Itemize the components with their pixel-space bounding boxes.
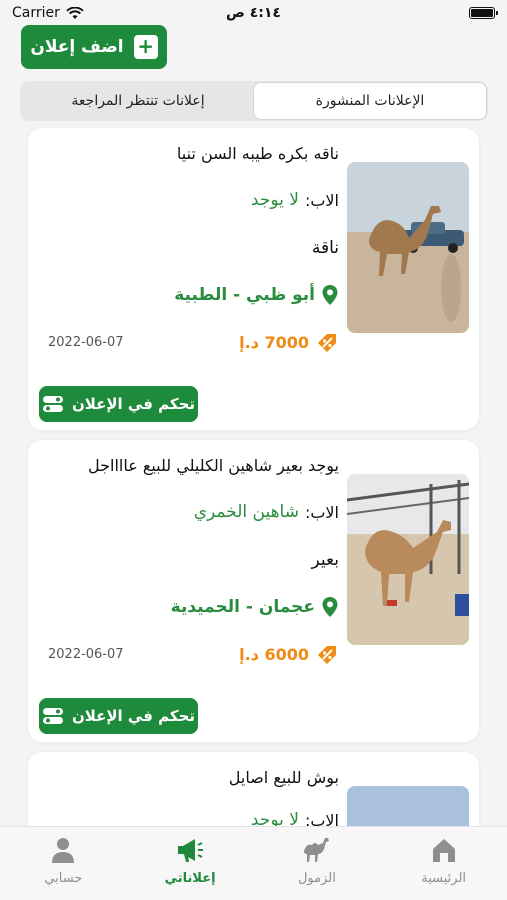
status-left: Carrier [12, 5, 84, 21]
ad-date: 2022-06-07 [48, 335, 124, 350]
location-row: عجمان - الحميدية [171, 596, 339, 618]
megaphone-icon [178, 839, 204, 862]
nav-home[interactable]: الرئيسية [380, 827, 507, 900]
tab-published-label: الإعلانات المنشورة [315, 93, 425, 109]
location-value: أبو ظبي - الطبية [174, 285, 315, 305]
camel-photo[interactable] [347, 474, 469, 645]
price-tag-icon [318, 334, 336, 352]
control-ad-button[interactable]: تحكم في الإعلان [39, 698, 198, 734]
animal-type: بعير [311, 550, 339, 570]
status-bar: Carrier ٤:١٤ ص [0, 0, 507, 26]
type-row: بعير [312, 550, 339, 570]
toggle-settings-icon [42, 708, 63, 724]
control-ad-label: تحكم في الإعلان [71, 395, 196, 413]
tab-published[interactable]: الإعلانات المنشورة [254, 83, 486, 119]
animal-type: ناقة [311, 238, 339, 258]
price-value: 7000 د.إ [239, 332, 309, 352]
location-pin-icon [322, 285, 338, 305]
battery-icon [469, 7, 498, 19]
nav-my-ads-label: إعلاناتي [164, 871, 216, 886]
father-row: الاب: شاهين الخمري [194, 502, 339, 522]
camel-photo[interactable] [347, 162, 469, 333]
carrier-label: Carrier [12, 5, 60, 21]
camel-icon [303, 838, 329, 862]
price-row: 6000 د.إ [239, 643, 339, 665]
price-row: 7000 د.إ [239, 331, 339, 353]
nav-my-account-label: حسابي [44, 871, 83, 886]
nav-home-label: الرئيسية [421, 871, 467, 886]
control-ad-label: تحكم في الإعلان [71, 707, 196, 725]
add-ad-label: اضف إعلان [30, 37, 124, 57]
nav-herds[interactable]: الزمول [254, 827, 381, 900]
tab-pending-label: إعلانات تنتظر المراجعة [71, 93, 205, 109]
toggle-settings-icon [42, 396, 63, 412]
ad-title: ناقه بكره طيبه السن تنيا [176, 144, 339, 163]
ad-title: يوجد بعير شاهين الكليلي للبيع عااااجل [87, 456, 339, 475]
bottom-nav: حسابي إعلاناتي الزمول الرئيسية [0, 826, 507, 900]
nav-herds-label: الزمول [297, 871, 336, 886]
ad-card[interactable]: ناقه بكره طيبه السن تنيا الاب: لا يوجد ن… [28, 128, 479, 430]
control-ad-button[interactable]: تحكم في الإعلان [39, 386, 198, 422]
price-tag-icon [318, 646, 336, 664]
location-pin-icon [322, 597, 338, 617]
tab-pending-review[interactable]: إعلانات تنتظر المراجعة [22, 83, 254, 119]
nav-my-account[interactable]: حسابي [0, 827, 127, 900]
person-icon [52, 838, 75, 863]
add-ad-button[interactable]: + اضف إعلان [21, 25, 167, 69]
ad-date: 2022-06-07 [48, 647, 124, 662]
home-icon [432, 839, 455, 862]
wifi-icon [66, 6, 84, 19]
plus-icon: + [133, 35, 158, 59]
father-label: الاب: [304, 502, 339, 522]
father-value: شاهين الخمري [193, 502, 299, 522]
nav-my-ads[interactable]: إعلاناتي [127, 827, 254, 900]
price-value: 6000 د.إ [239, 644, 309, 664]
father-row: الاب: لا يوجد [251, 190, 339, 210]
location-row: أبو ظبي - الطبية [174, 284, 339, 306]
ads-tabs: إعلانات تنتظر المراجعة الإعلانات المنشور… [20, 81, 488, 121]
ad-card[interactable]: يوجد بعير شاهين الكليلي للبيع عااااجل ال… [28, 440, 479, 742]
status-time: ٤:١٤ ص [226, 5, 281, 21]
location-value: عجمان - الحميدية [170, 597, 315, 617]
type-row: ناقة [312, 238, 339, 258]
father-value: لا يوجد [250, 190, 299, 210]
ad-title: بوش للبيع اصايل [228, 768, 339, 787]
father-label: الاب: [304, 190, 339, 210]
